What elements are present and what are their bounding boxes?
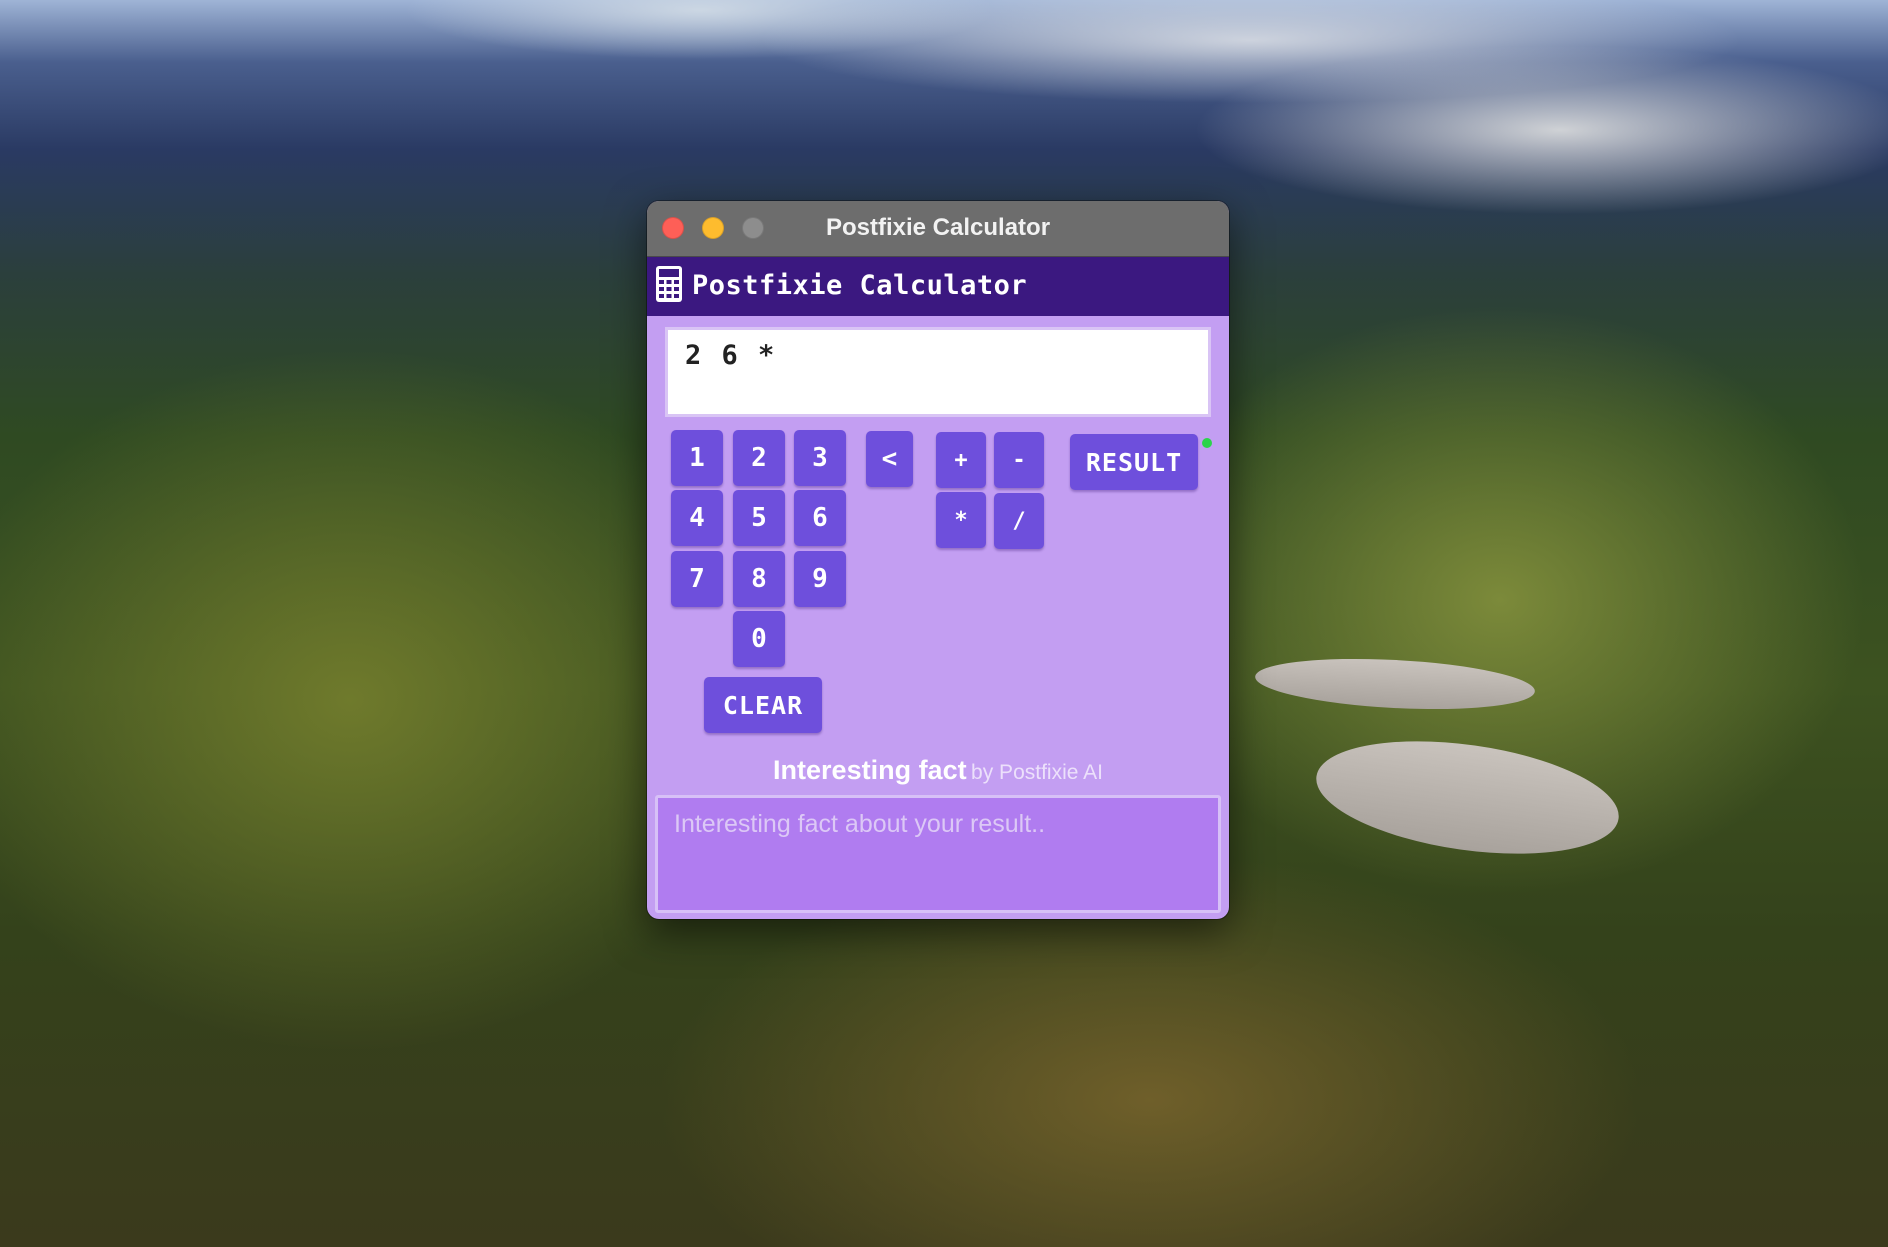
digit-7-button[interactable]: 7 bbox=[671, 551, 723, 607]
divide-operator-button[interactable]: / bbox=[994, 493, 1044, 549]
fact-heading: Interesting fact by Postfixie AI bbox=[647, 755, 1229, 786]
fact-attribution: by Postfixie AI bbox=[971, 761, 1103, 784]
wallpaper-lake bbox=[1309, 724, 1626, 871]
status-indicator-dot bbox=[1202, 438, 1212, 448]
calculator-window: Postfixie Calculator Postfixie Calculato… bbox=[647, 201, 1229, 919]
result-button[interactable]: RESULT bbox=[1070, 434, 1198, 490]
digit-2-button[interactable]: 2 bbox=[733, 430, 785, 486]
app-title: Postfixie Calculator bbox=[692, 270, 1028, 301]
subtract-operator-button[interactable]: - bbox=[994, 432, 1044, 488]
clear-button[interactable]: CLEAR bbox=[704, 677, 822, 733]
fact-title: Interesting fact bbox=[773, 755, 967, 785]
app-header: Postfixie Calculator bbox=[647, 257, 1229, 316]
add-operator-button[interactable]: + bbox=[936, 432, 986, 488]
digit-0-button[interactable]: 0 bbox=[733, 611, 785, 667]
calculator-icon bbox=[656, 266, 682, 302]
wallpaper-lake bbox=[1253, 652, 1537, 716]
backspace-button[interactable]: < bbox=[866, 431, 913, 487]
desktop-wallpaper: Postfixie Calculator Postfixie Calculato… bbox=[0, 0, 1888, 1247]
fact-placeholder: Interesting fact about your result.. bbox=[674, 810, 1046, 838]
digit-5-button[interactable]: 5 bbox=[733, 490, 785, 546]
expression-display[interactable]: 2 6 * bbox=[665, 327, 1211, 417]
digit-3-button[interactable]: 3 bbox=[794, 430, 846, 486]
digit-9-button[interactable]: 9 bbox=[794, 551, 846, 607]
digit-4-button[interactable]: 4 bbox=[671, 490, 723, 546]
window-title: Postfixie Calculator bbox=[825, 214, 1051, 241]
digit-1-button[interactable]: 1 bbox=[671, 430, 723, 486]
fact-textarea[interactable]: Interesting fact about your result.. bbox=[655, 795, 1221, 913]
digit-6-button[interactable]: 6 bbox=[794, 490, 846, 546]
expression-display-value: 2 6 * bbox=[685, 340, 777, 371]
digit-8-button[interactable]: 8 bbox=[733, 551, 785, 607]
window-titlebar[interactable]: Postfixie Calculator bbox=[647, 201, 1229, 257]
multiply-operator-button[interactable]: * bbox=[936, 492, 986, 548]
